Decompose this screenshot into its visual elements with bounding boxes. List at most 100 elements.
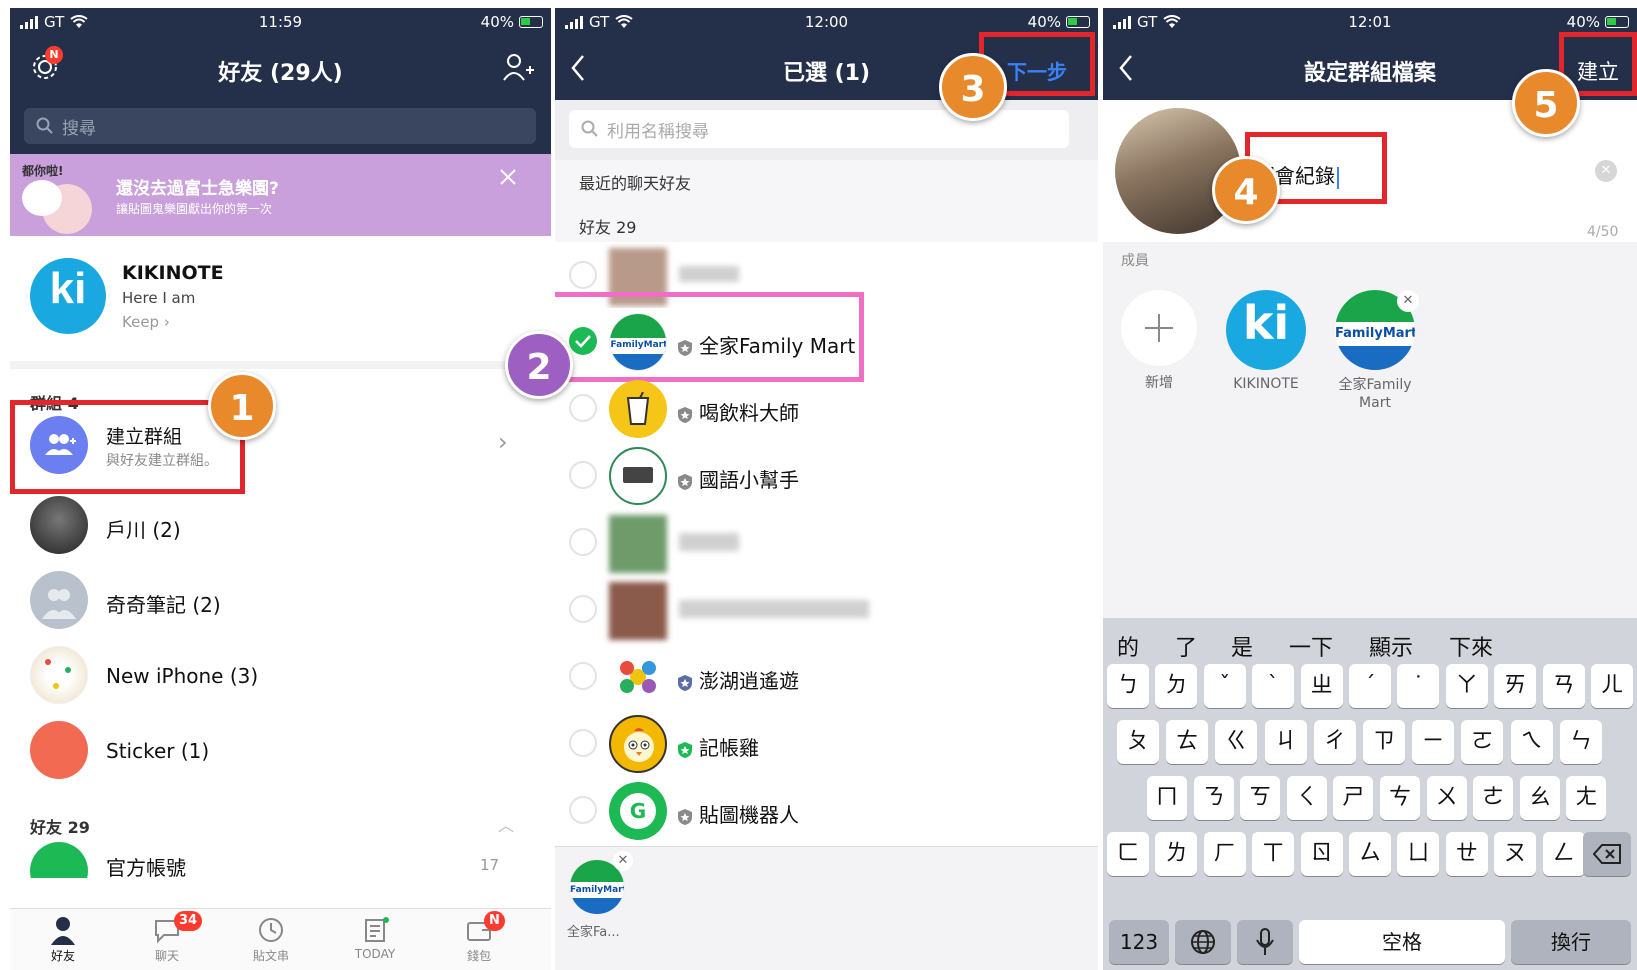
select-radio[interactable] [569,261,597,289]
group-name: New iPhone (3) [106,664,259,688]
tab-chats[interactable]: 聊天 34 [132,911,203,964]
friend-row[interactable]: 喝飲料大師 [555,375,1098,442]
friend-row[interactable]: G 貼圖機器人 [555,777,1098,844]
zhuyin-key[interactable]: ㄜ [1473,776,1514,820]
select-radio[interactable] [569,796,597,824]
zhuyin-key[interactable]: ㄍ [1215,720,1258,764]
my-profile[interactable]: ki KIKINOTE Here I am Keep › [10,236,551,361]
zhuyin-key[interactable]: ㄘ [1380,776,1420,820]
zhuyin-key[interactable]: ㄑ [1286,776,1327,820]
zhuyin-key[interactable]: ㄔ [1313,720,1356,764]
keep-link[interactable]: Keep › [122,313,170,331]
add-member-button[interactable]: 新增 [1121,290,1197,392]
zhuyin-key[interactable]: ㄉ [1155,664,1198,708]
zhuyin-key[interactable]: ㄒ [1252,832,1295,876]
microphone-key[interactable] [1237,920,1293,964]
zhuyin-key[interactable]: ㄧ [1412,720,1455,764]
zhuyin-key[interactable]: ㄟ [1510,720,1553,764]
friend-row[interactable] [555,509,1098,576]
promo-banner[interactable]: 都你啦! 還沒去過富士急樂園? 讓貼圖鬼樂園獻出你的第一次 [10,154,551,236]
search-input[interactable]: 搜尋 [24,108,536,144]
clear-icon[interactable]: ✕ [1595,160,1617,182]
select-radio[interactable] [569,461,597,489]
zhuyin-key[interactable]: ㄤ [1566,776,1607,820]
group-row[interactable]: 奇奇筆記 (2) [10,563,551,641]
friend-row[interactable] [555,576,1098,643]
member-item[interactable]: FamilyMart ✕ 全家Family Mart [1325,290,1425,412]
kikinote-avatar: ki [1226,290,1306,370]
candidate-word[interactable]: 一下 [1289,630,1333,662]
zhuyin-key[interactable]: ㄡ [1494,832,1537,876]
select-radio[interactable] [569,528,597,556]
group-row[interactable]: 戶川 (2) [10,488,551,566]
member-item[interactable]: ki KIKINOTE [1221,290,1311,392]
zhuyin-key[interactable]: ㄈ [1107,832,1149,876]
zhuyin-key[interactable]: ㄕ [1333,776,1374,820]
zhuyin-key[interactable]: ㄎ [1240,776,1281,820]
zhuyin-key[interactable]: ㄗ [1363,720,1405,764]
tab-friends[interactable]: 好友 [28,915,98,964]
zhuyin-key[interactable]: ˇ [1203,664,1246,708]
candidate-word[interactable]: 的 [1117,630,1139,662]
zhuyin-key[interactable]: ˊ [1349,664,1391,708]
zhuyin-key[interactable]: ㄙ [1349,832,1391,876]
zhuyin-key[interactable]: ㄥ [1542,832,1585,876]
friend-name: 喝飲料大師 [677,397,799,426]
zhuyin-key[interactable]: ㄐ [1264,720,1307,764]
tab-wallet[interactable]: 錢包 N [444,911,514,964]
select-radio[interactable] [569,662,597,690]
return-key[interactable]: 換行 [1511,920,1631,964]
tab-timeline[interactable]: 貼文串 [236,915,306,964]
zhuyin-keyboard: 的 了 是 一下 顯示 下來 ㄅㄉ ˇ ˋ ㄓ ˊ ˙ ㄚㄞㄢㄦㄆㄊㄍㄐㄔㄗㄧㄛㄟㄣㄇㄋㄎㄑ… [1103,618,1637,970]
zhuyin-key[interactable]: ㄛ [1461,720,1504,764]
candidate-word[interactable]: 了 [1175,630,1197,662]
zhuyin-key[interactable]: ㄞ [1494,664,1537,708]
zhuyin-key[interactable]: ㄅ [1107,664,1149,708]
friend-row[interactable]: 國語小幫手 [555,442,1098,509]
zhuyin-key[interactable]: ㄩ [1397,832,1440,876]
friend-row[interactable]: 澎湖逍遙遊 [555,643,1098,710]
candidate-word[interactable]: 下來 [1449,630,1493,662]
zhuyin-key[interactable]: ㄦ [1591,664,1633,708]
numbers-key[interactable]: 123 [1109,920,1169,964]
select-radio[interactable] [569,595,597,623]
group-avatar [30,571,88,629]
zhuyin-key[interactable]: ㄠ [1519,776,1560,820]
search-input[interactable]: 利用名稱搜尋 [569,110,1069,148]
zhuyin-key[interactable]: ㄇ [1147,776,1187,820]
zhuyin-key[interactable]: ˙ [1397,664,1440,708]
friend-row[interactable]: 記帳雞 [555,710,1098,777]
zhuyin-key[interactable]: ㄝ [1445,832,1488,876]
select-radio[interactable] [569,729,597,757]
remove-icon[interactable]: ✕ [613,851,633,871]
zhuyin-key[interactable]: ㄣ [1559,720,1602,764]
zhuyin-key[interactable]: ㄋ [1193,776,1234,820]
close-icon[interactable] [499,168,517,186]
zhuyin-key[interactable]: ㄓ [1300,664,1343,708]
chevron-up-icon[interactable]: ︿ [498,812,514,836]
zhuyin-key[interactable]: ㄌ [1155,832,1198,876]
zhuyin-key[interactable]: ㄢ [1542,664,1585,708]
friend-row[interactable]: 官方帳號 17 [10,838,551,878]
tab-today[interactable]: TODAY [340,915,410,961]
group-row[interactable]: New iPhone (3) [10,638,551,716]
zhuyin-key[interactable]: ˋ [1252,664,1295,708]
candidate-word[interactable]: 是 [1231,630,1253,662]
zhuyin-key[interactable]: ㄆ [1117,720,1159,764]
delete-key[interactable] [1583,832,1631,876]
group-row[interactable]: Sticker (1) [10,713,551,791]
candidate-word[interactable]: 顯示 [1369,630,1413,662]
zhuyin-key[interactable]: ㄚ [1445,664,1488,708]
add-friend-icon[interactable] [502,52,534,82]
zhuyin-key[interactable]: ㄨ [1426,776,1467,820]
banner-title: 還沒去過富士急樂園? [116,179,279,199]
tab-label: 錢包 [466,949,491,963]
space-key[interactable]: 空格 [1299,920,1505,964]
remove-icon[interactable]: ✕ [1397,290,1419,312]
globe-key[interactable] [1175,920,1231,964]
recent-header: 最近的聊天好友 [579,174,692,193]
zhuyin-key[interactable]: ㄊ [1166,720,1209,764]
zhuyin-key[interactable]: ㄏ [1203,832,1246,876]
select-radio[interactable] [569,394,597,422]
zhuyin-key[interactable]: ㄖ [1300,832,1343,876]
